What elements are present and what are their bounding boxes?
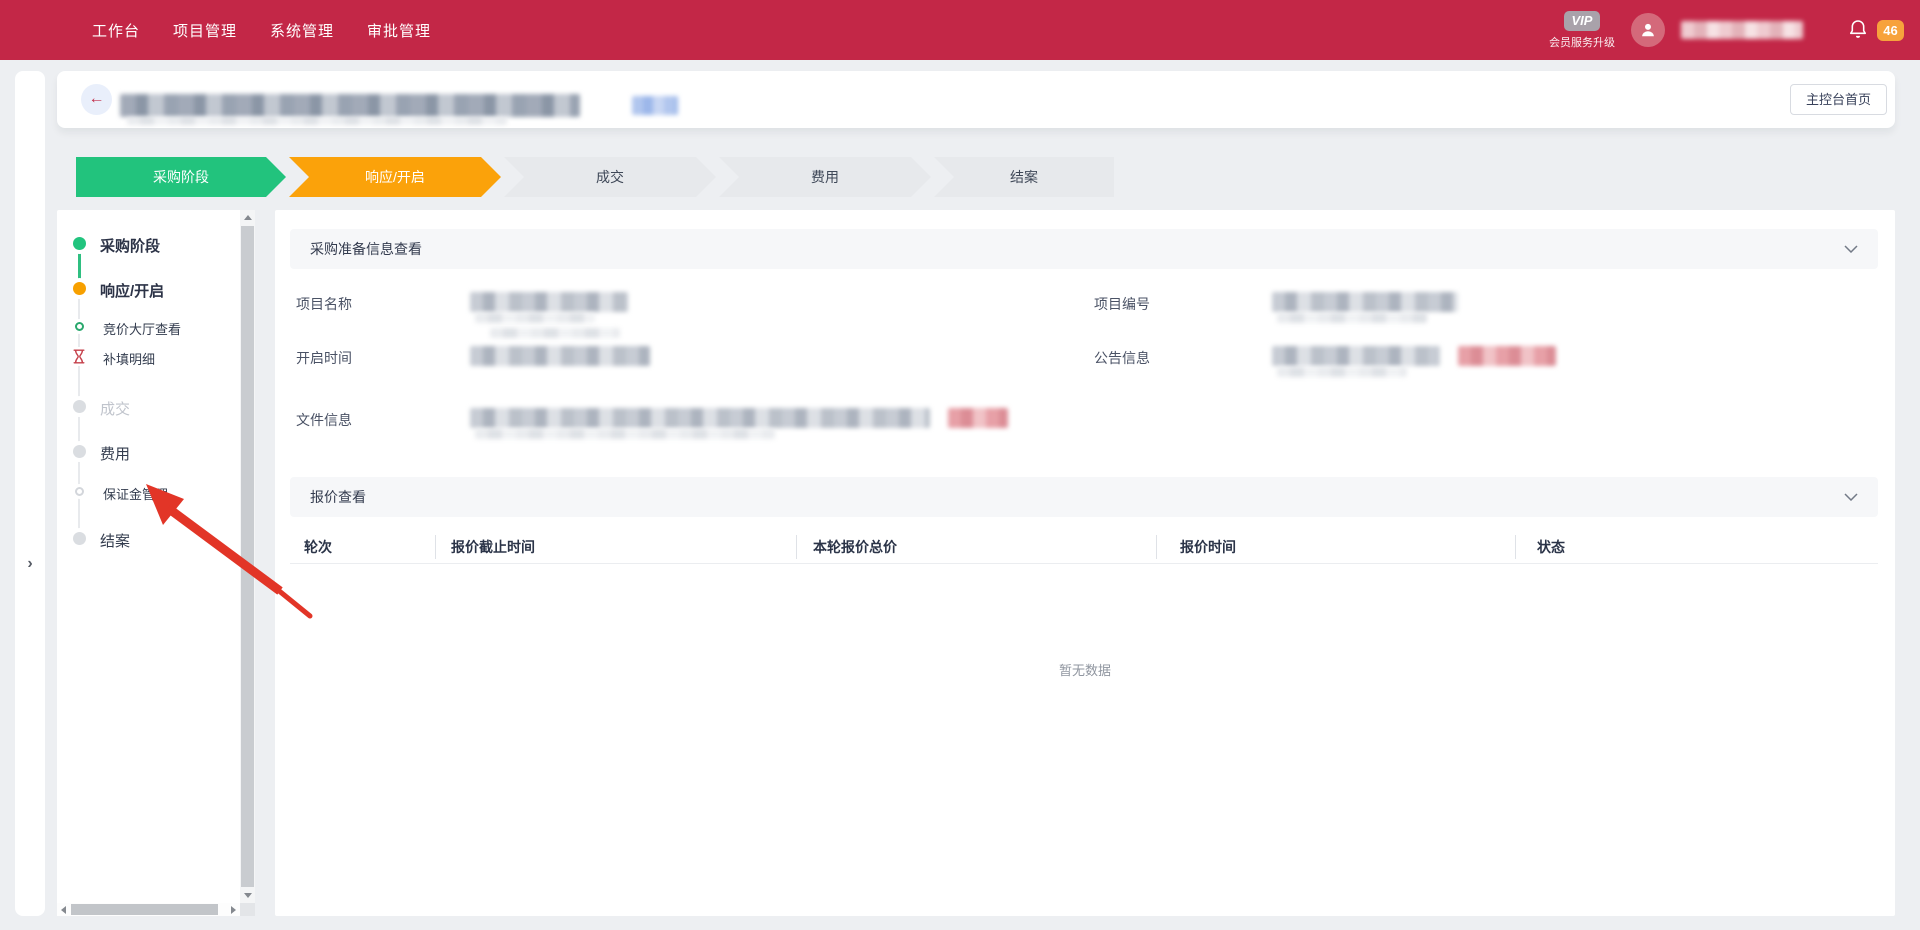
step-response-open[interactable]: 响应/开启: [289, 157, 501, 197]
username-redacted[interactable]: [1681, 21, 1803, 39]
horizontal-scroll-thumb[interactable]: [71, 904, 218, 915]
sidebar-item-bidding-hall[interactable]: 竞价大厅查看: [103, 319, 181, 338]
column-header-round: 轮次: [304, 537, 332, 557]
dot-purchase-stage: [73, 237, 86, 250]
dot-fees: [73, 445, 86, 458]
sidebar-horizontal-scrollbar[interactable]: [57, 903, 240, 916]
sidebar-item-closing[interactable]: 结案: [100, 530, 130, 551]
field-label-open-time: 开启时间: [296, 348, 352, 368]
column-separator: [796, 535, 797, 559]
step-closing[interactable]: 结案: [934, 157, 1114, 197]
main-menu: 工作台 项目管理 系统管理 审批管理: [92, 20, 431, 41]
scrollbar-corner: [240, 903, 255, 916]
top-navbar: 工作台 项目管理 系统管理 审批管理 VIP 会员服务升级: [0, 0, 1920, 60]
column-separator: [1515, 535, 1516, 559]
redacted-project-name-value-sub: [475, 313, 595, 323]
quote-section-header[interactable]: 报价查看: [290, 477, 1878, 517]
prep-info-section-header[interactable]: 采购准备信息查看: [290, 229, 1878, 269]
redacted-project-name-value: [470, 292, 628, 312]
column-separator: [1156, 535, 1157, 559]
redacted-status-chip: [632, 96, 678, 115]
column-header-quote-time: 报价时间: [1180, 537, 1236, 557]
sidebar-item-deal[interactable]: 成交: [100, 398, 130, 419]
field-label-project-number: 项目编号: [1094, 294, 1150, 314]
vertical-scroll-thumb[interactable]: [241, 226, 254, 887]
step-fees[interactable]: 费用: [719, 157, 931, 197]
sidebar-item-fill-details[interactable]: 补填明细: [103, 349, 155, 368]
empty-state-text: 暂无数据: [275, 660, 1895, 679]
timeline-connector-done: [78, 250, 81, 284]
field-label-file-info: 文件信息: [296, 410, 352, 430]
column-header-round-total: 本轮报价总价: [813, 537, 897, 557]
stage-detail-panel: 采购准备信息查看 项目名称 项目编号 开启时间 公告信息 文件信息 报价查看: [275, 210, 1895, 916]
redacted-notice-value: [1272, 346, 1440, 366]
app-root: 工作台 项目管理 系统管理 审批管理 VIP 会员服务升级: [0, 0, 1920, 930]
chevron-down-icon: [1844, 245, 1858, 253]
sidebar-vertical-scrollbar[interactable]: [240, 210, 255, 903]
redacted-username-block: [1681, 21, 1803, 39]
sidebar-item-fees[interactable]: 费用: [100, 443, 130, 464]
field-label-notice-info: 公告信息: [1094, 348, 1150, 368]
collapsed-side-drawer: ›: [15, 71, 45, 916]
scroll-up-arrow-icon[interactable]: [244, 215, 252, 220]
column-header-quote-deadline: 报价截止时间: [451, 537, 535, 557]
vip-icon: VIP: [1564, 11, 1600, 31]
redacted-project-number-value: [1272, 292, 1458, 312]
vip-upgrade-entry[interactable]: VIP 会员服务升级: [1549, 11, 1615, 50]
ring-deposit-management: [75, 487, 84, 496]
stage-progress-bar: 采购阶段 响应/开启 成交 费用 结案: [76, 157, 1114, 197]
navbar-right-cluster: VIP 会员服务升级 46: [1549, 0, 1904, 60]
step-purchase-stage[interactable]: 采购阶段: [76, 157, 286, 197]
ring-bidding-hall: [75, 322, 84, 331]
scroll-right-arrow-icon[interactable]: [231, 906, 236, 914]
dot-deal: [73, 400, 86, 413]
redacted-notice-value-sub: [1277, 367, 1407, 377]
back-button[interactable]: ←: [81, 84, 112, 115]
column-header-status: 状态: [1537, 537, 1565, 557]
bell-icon[interactable]: [1847, 18, 1869, 42]
console-home-button[interactable]: 主控台首页: [1790, 84, 1887, 115]
field-label-project-name: 项目名称: [296, 294, 352, 314]
redacted-project-title: [120, 94, 580, 117]
redacted-project-title-sub: [127, 117, 507, 125]
person-icon: [1638, 20, 1658, 40]
stage-timeline-sidebar: 采购阶段 响应/开启 竞价大厅查看 补填明细 成交 费用 保证金管理 结案: [57, 210, 255, 916]
step-deal[interactable]: 成交: [504, 157, 716, 197]
expand-drawer-handle[interactable]: ›: [15, 549, 45, 579]
sidebar-item-purchase-stage[interactable]: 采购阶段: [100, 235, 160, 256]
vip-caption: 会员服务升级: [1549, 34, 1615, 50]
menu-item-approval-management[interactable]: 审批管理: [367, 20, 431, 41]
redacted-file-value: [470, 408, 930, 428]
notification-area: 46: [1847, 18, 1904, 42]
dot-response-open: [73, 282, 86, 295]
redacted-file-value-sub: [475, 429, 775, 439]
scroll-down-arrow-icon[interactable]: [244, 893, 252, 898]
redacted-open-time-value: [470, 346, 650, 366]
redacted-open-time-value-sub: [490, 328, 620, 338]
redacted-notice-link[interactable]: [1458, 346, 1556, 366]
dot-closing: [73, 532, 86, 545]
sidebar-item-deposit-management[interactable]: 保证金管理: [103, 484, 168, 503]
page-header-card: ← 主控台首页: [57, 71, 1895, 128]
menu-item-project-management[interactable]: 项目管理: [173, 20, 237, 41]
hourglass-icon: [73, 349, 85, 364]
redacted-file-link[interactable]: [948, 408, 1008, 428]
chevron-down-icon: [1844, 493, 1858, 501]
table-header-border: [290, 563, 1878, 564]
scroll-left-arrow-icon[interactable]: [61, 906, 66, 914]
quote-section-title: 报价查看: [310, 477, 366, 517]
sidebar-item-response-open[interactable]: 响应/开启: [100, 280, 164, 301]
user-avatar[interactable]: [1631, 13, 1665, 47]
redacted-project-number-value-sub: [1277, 313, 1427, 323]
menu-item-system-management[interactable]: 系统管理: [270, 20, 334, 41]
notification-count-badge: 46: [1877, 20, 1904, 41]
menu-item-workbench[interactable]: 工作台: [92, 20, 140, 41]
prep-info-section-title: 采购准备信息查看: [310, 229, 422, 269]
column-separator: [435, 535, 436, 559]
